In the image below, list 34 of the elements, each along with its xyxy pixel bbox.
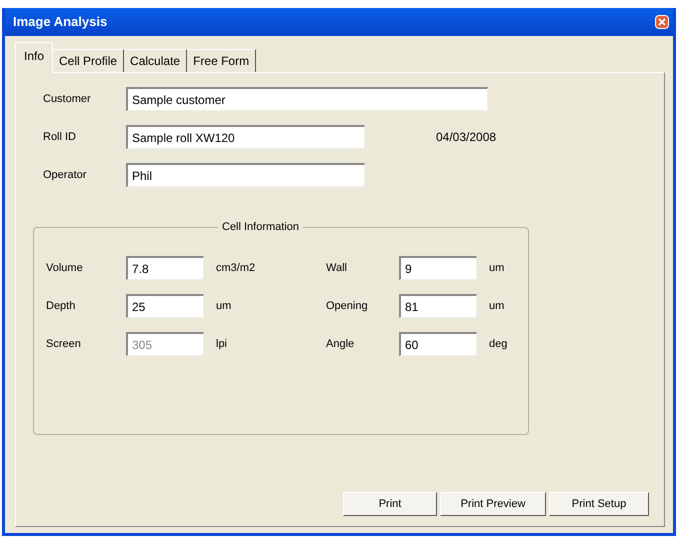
date-text: 04/03/2008 [436, 129, 496, 146]
field-label: Volume [46, 260, 84, 276]
tab[interactable]: Info [15, 42, 54, 73]
field-label: Opening [326, 298, 369, 314]
input-field[interactable]: Phil [126, 163, 365, 187]
input-field[interactable]: 25 [126, 294, 204, 318]
input-field[interactable]: Sample roll XW120 [126, 125, 365, 149]
window-title: Image Analysis [13, 13, 108, 32]
unit-label: um [488, 298, 506, 314]
field-label: Wall [326, 260, 348, 276]
unit-label: lpi [215, 336, 228, 352]
field-label: Roll ID [42, 130, 78, 145]
print-button[interactable]: Print [343, 492, 437, 516]
unit-label: cm3/m2 [215, 260, 256, 276]
print-button[interactable]: Print Setup [549, 492, 649, 516]
field-label: Depth [46, 298, 76, 314]
unit-label: um [215, 298, 232, 314]
field-label: Screen [46, 336, 82, 352]
tab[interactable]: Calculate [124, 49, 188, 72]
unit-label: um [488, 260, 506, 276]
tab[interactable]: Free Form [187, 49, 256, 72]
field-label: Angle [326, 336, 356, 352]
input-field[interactable]: 9 [399, 256, 477, 280]
input-field[interactable]: 81 [399, 294, 477, 318]
field-label: Operator [42, 168, 88, 183]
input-field[interactable]: 60 [399, 332, 477, 356]
print-button[interactable]: Print Preview [440, 492, 546, 516]
field-label: Customer [42, 92, 92, 107]
close-icon [658, 18, 666, 26]
tab[interactable]: Cell Profile [53, 49, 124, 72]
input-field[interactable]: Sample customer [126, 87, 488, 111]
unit-label: deg [488, 336, 508, 352]
input-field[interactable]: 7.8 [126, 256, 204, 280]
close-button[interactable] [655, 15, 669, 29]
